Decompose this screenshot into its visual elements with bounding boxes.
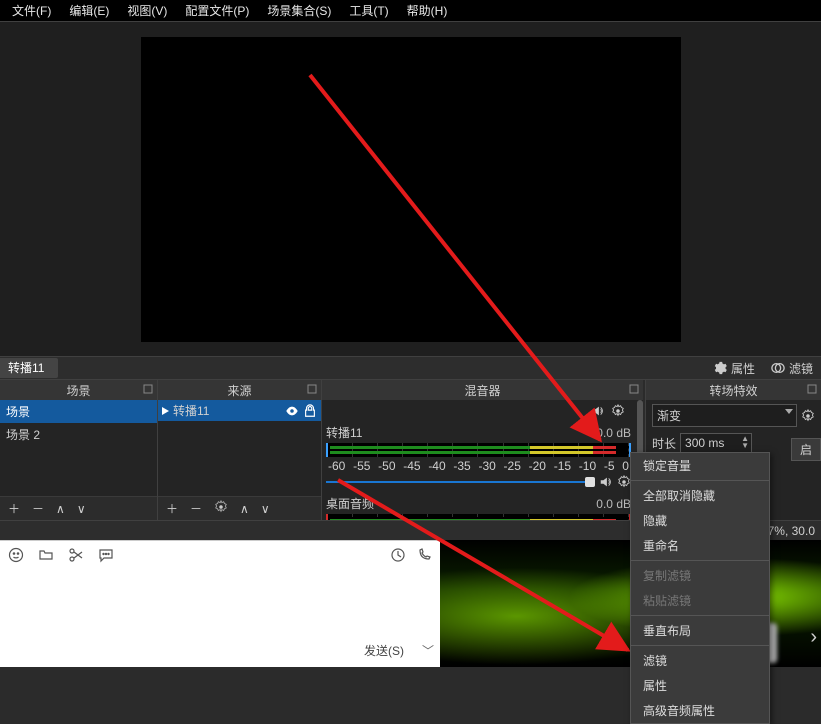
mixer-body: 转播11 0.0 dB -60-55-50-45-40-35-30-25-20-… (322, 400, 643, 520)
remove-source-button[interactable]: － (190, 500, 202, 517)
transition-side-button[interactable]: 启 (791, 438, 821, 461)
eye-icon[interactable] (285, 404, 299, 418)
menu-tools[interactable]: 工具(T) (341, 0, 396, 21)
lock-icon[interactable] (303, 404, 317, 418)
speaker-icon[interactable] (599, 475, 613, 489)
sources-list[interactable]: 转播11 (158, 400, 321, 496)
menu-bar: 文件(F) 编辑(E) 视图(V) 配置文件(P) 场景集合(S) 工具(T) … (0, 0, 821, 22)
gear-icon (214, 500, 228, 514)
gear-icon (713, 361, 727, 375)
chevron-down-icon (785, 409, 793, 414)
ctx-rename[interactable]: 重命名 (631, 533, 769, 558)
source-item-label: 转播11 (173, 402, 209, 419)
source-down-button[interactable]: ∨ (261, 502, 270, 516)
sources-header[interactable]: 来源 (158, 380, 321, 400)
channel-meter (326, 514, 631, 520)
menu-profile[interactable]: 配置文件(P) (177, 0, 257, 21)
scene-up-button[interactable]: ∧ (56, 502, 65, 516)
chat-icon[interactable] (98, 547, 114, 563)
ctx-filters[interactable]: 滤镜 (631, 648, 769, 673)
sources-title: 来源 (227, 382, 251, 399)
menu-edit[interactable]: 编辑(E) (61, 0, 117, 21)
transition-select-value: 渐变 (657, 409, 681, 423)
duration-value: 300 ms (685, 436, 724, 450)
source-settings-button[interactable] (214, 500, 228, 517)
gear-icon[interactable] (801, 409, 815, 423)
folder-icon[interactable] (38, 547, 54, 563)
channel-label: 转播11 (326, 424, 362, 441)
source-up-button[interactable]: ∧ (240, 502, 249, 516)
scene-item[interactable]: 场景 (0, 400, 157, 423)
mixer-context-menu: 锁定音量 全部取消隐藏 隐藏 重命名 复制滤镜 粘贴滤镜 垂直布局 滤镜 属性 … (630, 452, 770, 724)
gear-icon[interactable] (611, 404, 625, 418)
duration-spinbox[interactable]: 300 ms ▲▼ (680, 433, 752, 453)
filters-label: 滤镜 (789, 360, 813, 377)
channel-label: 桌面音频 (326, 495, 374, 512)
source-item[interactable]: 转播11 (158, 400, 321, 421)
preview-area (0, 22, 821, 356)
channel-db: 0.0 dB (596, 426, 631, 440)
add-scene-button[interactable]: ＋ (8, 500, 20, 517)
channel-db: 0.0 dB (596, 497, 631, 511)
ctx-hide[interactable]: 隐藏 (631, 508, 769, 533)
sources-dock: 来源 转播11 ＋ － ∧ ∨ (158, 380, 322, 520)
scenes-header[interactable]: 场景 (0, 380, 157, 400)
play-icon (162, 407, 169, 415)
scenes-footer: ＋ － ∧ ∨ (0, 496, 157, 520)
detach-icon[interactable] (307, 384, 317, 394)
preview-canvas[interactable] (141, 37, 681, 342)
scissors-icon[interactable] (68, 547, 84, 563)
remove-scene-button[interactable]: － (32, 500, 44, 517)
mixer-dock: 混音器 转播11 0.0 dB (322, 380, 646, 520)
channel-meter (326, 443, 631, 457)
transition-title: 转场特效 (709, 382, 757, 399)
chat-toolbar (0, 541, 440, 569)
ctx-paste-filters: 粘贴滤镜 (631, 588, 769, 613)
scenes-title: 场景 (66, 382, 90, 399)
filters-button[interactable]: 滤镜 (763, 358, 821, 379)
properties-label: 属性 (731, 360, 755, 377)
chevron-right-icon[interactable]: › (810, 626, 817, 649)
ctx-unhide-all[interactable]: 全部取消隐藏 (631, 483, 769, 508)
transition-header[interactable]: 转场特效 (646, 380, 821, 400)
channel-volume-slider[interactable] (326, 477, 595, 487)
scene-item[interactable]: 场景 2 (0, 423, 157, 446)
ctx-lock-volume[interactable]: 锁定音量 (631, 453, 769, 478)
chat-panel: 发送(S) ﹀ (0, 540, 440, 667)
duration-label: 时长 (652, 435, 676, 452)
mixer-channel: 转播11 0.0 dB -60-55-50-45-40-35-30-25-20-… (326, 424, 631, 489)
menu-help[interactable]: 帮助(H) (399, 0, 456, 21)
scene-down-button[interactable]: ∨ (77, 502, 86, 516)
ctx-properties[interactable]: 属性 (631, 673, 769, 698)
detach-icon[interactable] (629, 384, 639, 394)
add-source-button[interactable]: ＋ (166, 500, 178, 517)
menu-scenes[interactable]: 场景集合(S) (259, 0, 339, 21)
properties-button[interactable]: 属性 (705, 358, 763, 379)
mixer-header[interactable]: 混音器 (322, 380, 643, 400)
filter-icon (771, 361, 785, 375)
selected-source-tab[interactable]: 转播11 (0, 358, 58, 378)
transition-select[interactable]: 渐变 (652, 404, 797, 427)
menu-view[interactable]: 视图(V) (119, 0, 175, 21)
call-icon[interactable] (416, 547, 432, 563)
mixer-title: 混音器 (464, 382, 500, 399)
scenes-dock: 场景 场景 场景 2 ＋ － ∧ ∨ (0, 380, 158, 520)
ctx-vertical-layout[interactable]: 垂直布局 (631, 618, 769, 643)
menu-file[interactable]: 文件(F) (4, 0, 59, 21)
detach-icon[interactable] (143, 384, 153, 394)
ctx-copy-filters: 复制滤镜 (631, 563, 769, 588)
source-toolbar: 转播11 属性 滤镜 (0, 356, 821, 380)
speaker-icon[interactable] (591, 404, 605, 418)
channel-ticks: -60-55-50-45-40-35-30-25-20-15-10-50 (326, 459, 631, 473)
mixer-channel: 桌面音频 0.0 dB (326, 495, 631, 520)
send-button[interactable]: 发送(S) (348, 638, 420, 663)
gear-icon[interactable] (617, 475, 631, 489)
sources-footer: ＋ － ∧ ∨ (158, 496, 321, 520)
detach-icon[interactable] (807, 384, 817, 394)
scenes-list[interactable]: 场景 场景 2 (0, 400, 157, 496)
emoji-icon[interactable] (8, 547, 24, 563)
chevron-down-icon[interactable]: ﹀ (422, 642, 434, 659)
ctx-adv-audio[interactable]: 高级音频属性 (631, 698, 769, 723)
history-icon[interactable] (390, 547, 406, 563)
